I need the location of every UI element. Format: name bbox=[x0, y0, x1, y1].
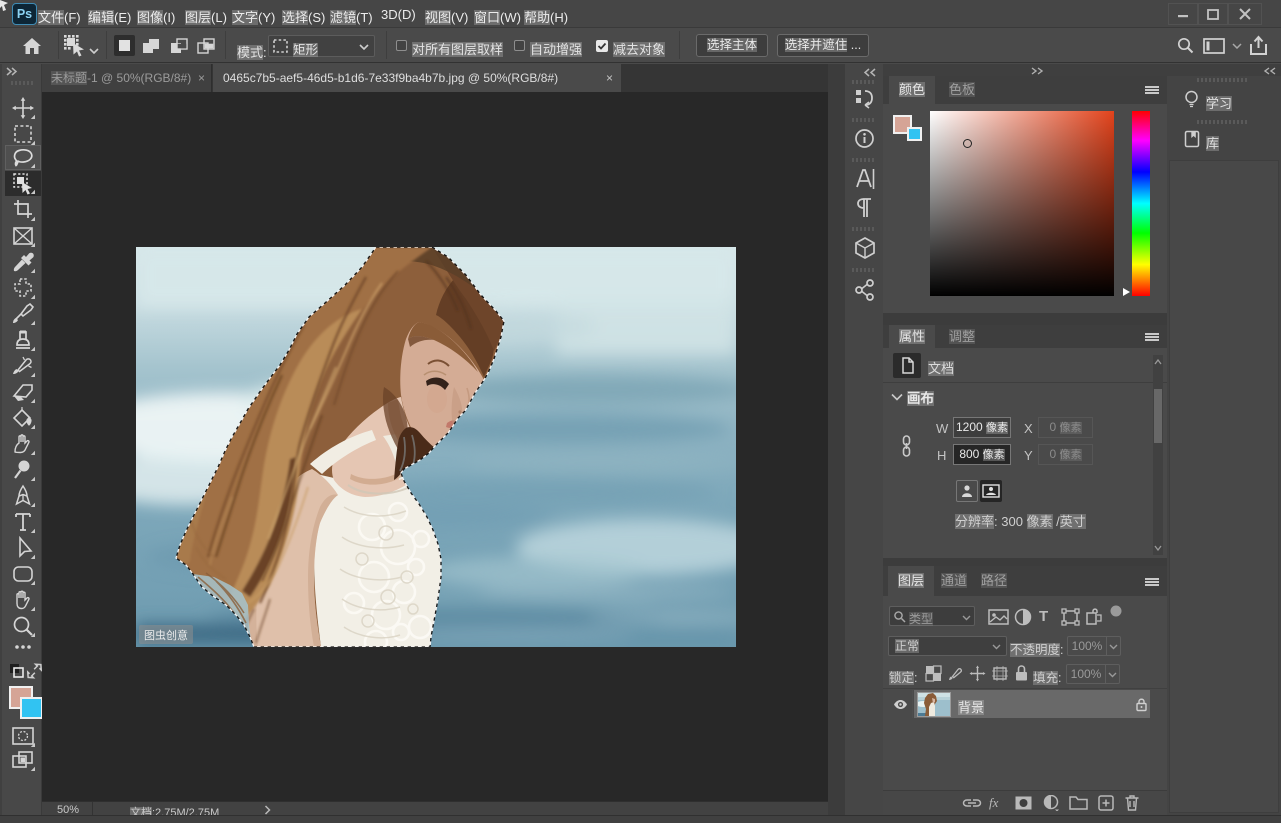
svg-text:图虫创意: 图虫创意 bbox=[144, 628, 188, 642]
